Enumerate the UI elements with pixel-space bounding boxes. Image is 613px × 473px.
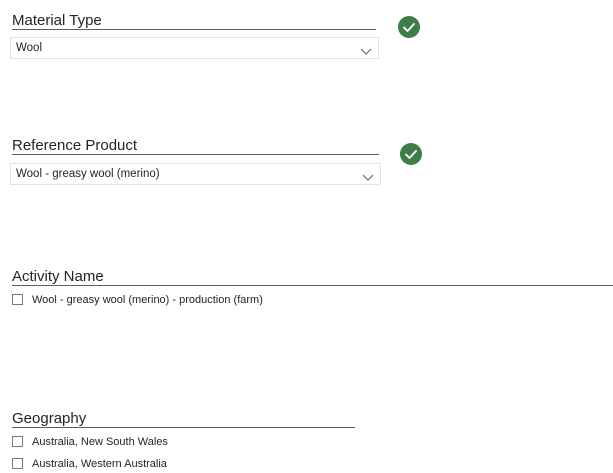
checkbox[interactable] xyxy=(12,436,23,447)
reference-product-dropdown[interactable]: Wool - greasy wool (merino) xyxy=(10,163,381,185)
activity-option-label: Wool - greasy wool (merino) - production… xyxy=(32,294,263,306)
activity-name-title: Activity Name xyxy=(12,268,104,285)
reference-product-divider xyxy=(12,154,379,155)
material-type-divider xyxy=(12,29,376,30)
geography-option[interactable]: Australia, Western Australia xyxy=(12,457,312,473)
activity-name-divider xyxy=(12,285,613,286)
material-type-selected-value: Wool xyxy=(16,42,42,54)
material-type-dropdown[interactable]: Wool xyxy=(10,37,379,59)
material-type-title: Material Type xyxy=(12,12,102,29)
reference-product-selected-value: Wool - greasy wool (merino) xyxy=(16,168,160,180)
geography-option-label: Australia, New South Wales xyxy=(32,436,168,448)
checkbox[interactable] xyxy=(12,458,23,469)
reference-product-title: Reference Product xyxy=(12,137,138,154)
check-circle-icon xyxy=(400,143,422,165)
geography-title: Geography xyxy=(12,410,87,427)
geography-option-label: Australia, Western Australia xyxy=(32,458,167,470)
chevron-down-icon xyxy=(360,43,372,55)
geography-option[interactable]: Australia, New South Wales xyxy=(12,435,312,451)
chevron-down-icon xyxy=(362,169,374,181)
check-circle-icon xyxy=(398,16,420,38)
activity-option[interactable]: Wool - greasy wool (merino) - production… xyxy=(12,293,412,309)
geography-divider xyxy=(12,427,355,428)
checkbox[interactable] xyxy=(12,294,23,305)
